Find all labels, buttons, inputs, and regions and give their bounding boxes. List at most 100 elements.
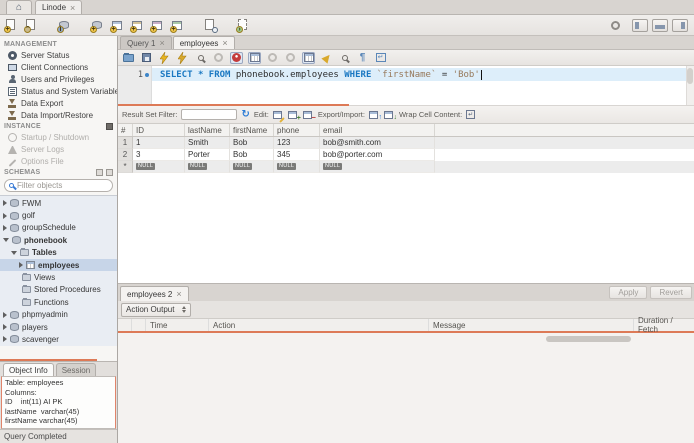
home-tab[interactable]: ⌂ <box>6 0 32 14</box>
new-sql-tab-icon[interactable]: + <box>4 18 19 33</box>
execute-icon[interactable] <box>158 51 171 64</box>
cell-id[interactable]: 3 <box>133 149 185 161</box>
tree-item-functions[interactable]: Functions <box>0 296 117 308</box>
create-schema-icon[interactable]: + <box>90 18 105 33</box>
horizontal-scrollbar[interactable] <box>546 336 631 342</box>
chevron-right-icon[interactable] <box>19 262 23 269</box>
collapse-all-icon[interactable] <box>96 169 103 176</box>
refresh-schemas-icon[interactable] <box>106 169 113 176</box>
sidebar-item-server-logs[interactable]: Server Logs <box>0 143 117 155</box>
beautify-icon[interactable] <box>320 51 333 64</box>
import-recordset-icon[interactable]: ↓ <box>383 110 397 121</box>
stop-icon[interactable] <box>212 52 225 64</box>
tree-item-players[interactable]: players <box>0 321 117 333</box>
toggle-output-panel-button[interactable] <box>652 18 668 32</box>
col-header-firstname[interactable]: firstName <box>230 124 274 136</box>
sidebar-item-data-import-restore[interactable]: Data Import/Restore <box>0 109 117 121</box>
chevron-down-icon[interactable] <box>3 238 9 243</box>
tab-session[interactable]: Session <box>55 363 97 376</box>
cell-id[interactable]: 1 <box>133 137 185 149</box>
search-objects-icon[interactable] <box>203 18 218 33</box>
create-procedure-icon[interactable]: + <box>150 18 165 33</box>
open-file-icon[interactable] <box>122 52 135 64</box>
chevron-down-icon[interactable] <box>11 250 17 255</box>
sidebar-item-server-status[interactable]: Server Status <box>0 49 117 61</box>
sidebar-item-options-file[interactable]: Options File <box>0 155 117 167</box>
stop-on-error-icon[interactable]: ● <box>230 51 243 64</box>
cell-phone[interactable]: 123 <box>274 137 320 149</box>
wrap-cell-content-icon[interactable]: ↵ <box>466 110 476 119</box>
open-sql-script-icon[interactable]: ⌃ <box>24 18 39 33</box>
output-selector-dropdown[interactable]: Action Output <box>121 302 192 317</box>
toggle-secondary-panel-button[interactable] <box>672 18 688 32</box>
tab-object-info[interactable]: Object Info <box>3 363 54 376</box>
cell-email[interactable]: bob@smith.com <box>320 137 435 149</box>
save-icon[interactable] <box>140 52 153 64</box>
tab-employees-2[interactable]: employees 2 × <box>120 286 189 301</box>
connection-tab-linode[interactable]: Linode × <box>35 0 83 14</box>
table-row[interactable]: 1 1 Smith Bob 123 bob@smith.com <box>118 137 694 149</box>
help-donut-icon[interactable] <box>611 20 620 30</box>
wrap-text-icon[interactable]: ↵ <box>374 52 387 64</box>
edit-record-icon[interactable] <box>272 110 285 123</box>
instance-config-icon[interactable] <box>106 123 113 130</box>
apply-button[interactable]: Apply <box>609 286 648 299</box>
output-col-time[interactable]: Time <box>146 319 209 331</box>
refresh-icon[interactable]: ↻ <box>241 109 249 120</box>
tree-item-scavenger[interactable]: scavenger <box>0 333 117 345</box>
invisible-chars-icon[interactable]: ¶ <box>356 52 369 64</box>
col-header-id[interactable]: ID <box>133 124 185 136</box>
cell-firstname[interactable]: Bob <box>230 137 274 149</box>
result-filter-input[interactable] <box>181 109 238 120</box>
tree-item-employees[interactable]: employees <box>0 258 117 272</box>
sql-code-editor[interactable]: 1 SELECT * FROM phonebook.employees WHER… <box>118 66 694 106</box>
tab-query-1[interactable]: Query 1 × <box>120 36 172 49</box>
tree-item-tables[interactable]: Tables <box>0 247 117 259</box>
chevron-right-icon[interactable] <box>3 224 7 231</box>
chevron-right-icon[interactable] <box>3 200 7 207</box>
editor-scrollbar[interactable] <box>686 66 694 105</box>
toggle-sidebar-panel-button[interactable] <box>632 18 648 32</box>
cell-lastname[interactable]: Porter <box>185 149 230 161</box>
col-header-email[interactable]: email <box>320 124 435 136</box>
server-inspector-icon[interactable]: i <box>57 18 72 33</box>
find-icon[interactable] <box>338 52 351 64</box>
col-header-phone[interactable]: phone <box>274 124 320 136</box>
create-table-icon[interactable]: + <box>110 18 125 33</box>
execute-current-icon[interactable] <box>176 51 189 64</box>
tab-employees[interactable]: employees × <box>172 36 235 49</box>
col-header-lastname[interactable]: lastName <box>185 124 230 136</box>
tree-item-phonebook[interactable]: phonebook <box>0 234 117 246</box>
table-row[interactable]: 2 3 Porter Bob 345 bob@porter.com <box>118 149 694 161</box>
cell-phone[interactable]: 345 <box>274 149 320 161</box>
output-col-action[interactable]: Action <box>209 319 429 331</box>
tree-item-stored-procedures[interactable]: Stored Procedures <box>0 284 117 296</box>
revert-button[interactable]: Revert <box>650 286 692 299</box>
chevron-right-icon[interactable] <box>3 324 7 331</box>
chevron-right-icon[interactable] <box>3 336 7 343</box>
tree-item-golf[interactable]: golf <box>0 209 117 221</box>
add-record-icon[interactable]: + <box>287 110 301 122</box>
cell-email[interactable]: bob@porter.com <box>320 149 435 161</box>
cell-firstname[interactable]: Bob <box>230 149 274 161</box>
sidebar-item-data-export[interactable]: Data Export <box>0 97 117 109</box>
create-function-icon[interactable]: + <box>170 18 185 33</box>
reconnect-dbms-icon[interactable]: › <box>236 18 251 33</box>
editor-splitter-accent[interactable] <box>118 104 349 106</box>
autocommit-icon[interactable] <box>302 51 315 64</box>
close-icon[interactable]: × <box>222 39 227 48</box>
cell-lastname[interactable]: Smith <box>185 137 230 149</box>
rollback-icon[interactable] <box>284 52 297 64</box>
commit-icon[interactable] <box>266 52 279 64</box>
schemas-splitter-accent[interactable] <box>0 359 97 361</box>
sidebar-item-client-connections[interactable]: Client Connections <box>0 61 117 73</box>
close-icon[interactable]: × <box>70 3 75 12</box>
output-col-duration[interactable]: Duration / Fetch <box>634 316 694 334</box>
create-view-icon[interactable]: + <box>130 18 145 33</box>
tree-item-views[interactable]: Views <box>0 271 117 283</box>
output-col-message[interactable]: Message <box>429 319 634 331</box>
sidebar-item-users-privileges[interactable]: Users and Privileges <box>0 73 117 85</box>
limit-rows-icon[interactable] <box>248 51 261 64</box>
chevron-right-icon[interactable] <box>3 212 7 219</box>
chevron-right-icon[interactable] <box>3 311 7 318</box>
